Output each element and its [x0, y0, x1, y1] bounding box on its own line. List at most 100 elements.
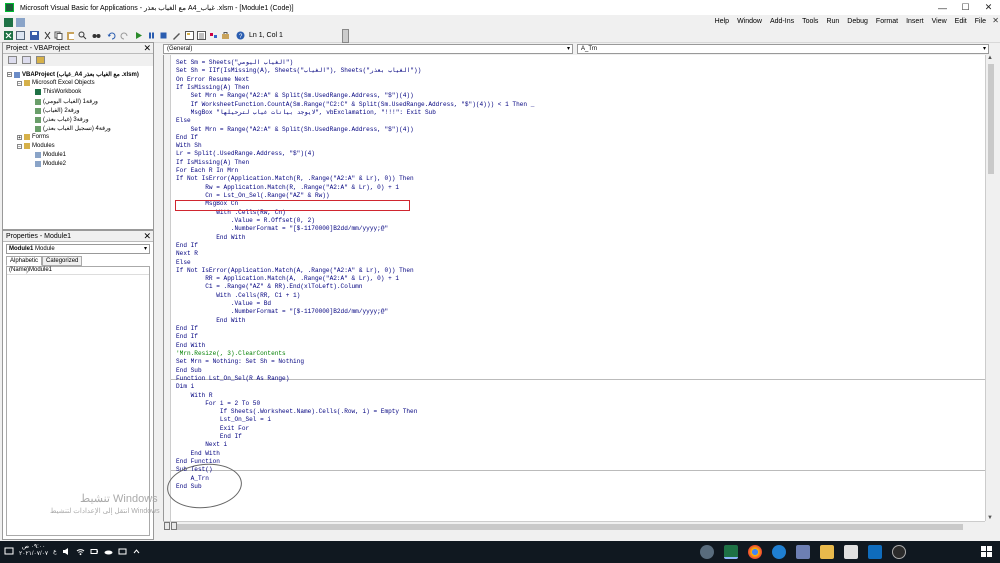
- code-line[interactable]: End With: [176, 234, 534, 242]
- code-line[interactable]: On Error Resume Next: [176, 76, 534, 84]
- code-window-close-button[interactable]: ✕: [992, 16, 999, 25]
- code-line[interactable]: Lst_On_Sel = i: [176, 416, 534, 424]
- redo-icon[interactable]: [120, 31, 129, 40]
- code-line[interactable]: End Function: [176, 458, 534, 466]
- close-button[interactable]: ✕: [977, 0, 1000, 15]
- code-text[interactable]: Set Sm = Sheets("الغياب اليومي") Set Sh =…: [176, 59, 534, 491]
- chrome-icon[interactable]: [748, 545, 762, 559]
- tree-node-modules[interactable]: − Modules: [17, 143, 55, 149]
- code-line[interactable]: End With: [176, 450, 534, 458]
- code-line[interactable]: End Sub: [176, 367, 534, 375]
- code-line[interactable]: Exit For: [176, 425, 534, 433]
- code-line[interactable]: End If: [176, 134, 534, 142]
- excel-icon[interactable]: [724, 545, 738, 559]
- help-icon[interactable]: ?: [236, 31, 245, 40]
- run-icon[interactable]: [134, 31, 143, 40]
- code-line[interactable]: End With: [176, 342, 534, 350]
- menu-file[interactable]: File: [975, 17, 986, 26]
- properties-object-select[interactable]: Module1 Module ▾: [6, 244, 150, 254]
- vertical-scrollbar[interactable]: ▲ ▼: [985, 55, 995, 521]
- tree-node-sheet1[interactable]: ورقة1 (الغياب اليومي): [35, 98, 98, 105]
- mail-icon[interactable]: [868, 545, 882, 559]
- procedure-view-icon[interactable]: [164, 522, 170, 530]
- code-line[interactable]: If IsMissing(A) Then: [176, 159, 534, 167]
- project-pane-close-button[interactable]: ✕: [143, 43, 151, 54]
- horizontal-scrollbar[interactable]: [163, 521, 985, 532]
- expand-icon[interactable]: +: [17, 134, 22, 140]
- toolbar-overflow-handle[interactable]: [342, 29, 349, 43]
- find-binoculars-icon[interactable]: [92, 31, 101, 40]
- code-line[interactable]: For i = 2 To 50: [176, 400, 534, 408]
- code-line[interactable]: If Not IsError(Application.Match(R, .Ran…: [176, 175, 534, 183]
- code-line[interactable]: Else: [176, 259, 534, 267]
- code-line[interactable]: With Sh: [176, 142, 534, 150]
- excel-view-icon[interactable]: [4, 18, 13, 27]
- code-line[interactable]: Set Sm = Sheets("الغياب اليومي"): [176, 59, 534, 67]
- break-icon[interactable]: [147, 31, 156, 40]
- tree-node-sheet4[interactable]: ورقة4 (تسجيل الغياب بعذر): [35, 125, 111, 132]
- code-line[interactable]: C1 = .Range("AZ" & RR).End(xlToLeft).Col…: [176, 283, 534, 291]
- onedrive-icon[interactable]: [104, 547, 113, 556]
- code-line[interactable]: Set Mrn = Range("A2:A" & Split(Sh.UsedRa…: [176, 126, 534, 134]
- menu-help[interactable]: Help: [715, 17, 729, 26]
- device-icon[interactable]: [118, 547, 127, 556]
- design-mode-icon[interactable]: [172, 31, 181, 40]
- code-editor[interactable]: Set Sm = Sheets("الغياب اليومي") Set Sh =…: [163, 55, 989, 521]
- toggle-folders-icon[interactable]: [36, 56, 45, 64]
- collapse-icon[interactable]: −: [17, 80, 22, 86]
- notification-icon[interactable]: [4, 546, 14, 556]
- menu-edit[interactable]: Edit: [955, 17, 967, 26]
- code-line[interactable]: End If: [176, 242, 534, 250]
- code-line[interactable]: Function Lst_On_Sel(R As Range): [176, 375, 534, 383]
- code-line[interactable]: Next R: [176, 250, 534, 258]
- code-line[interactable]: Set Sh = IIf(IsMissing(A), Sheets("الغيا…: [176, 67, 534, 75]
- menu-window[interactable]: Window: [737, 17, 762, 26]
- code-line[interactable]: MsgBox "لايوجد بيانات غياب لترحيلها", vb…: [176, 109, 534, 117]
- network-app-icon[interactable]: [700, 545, 714, 559]
- code-line[interactable]: .NumberFormat = "[$-1170000]B2dd/mm/yyyy…: [176, 308, 534, 316]
- view-excel-icon[interactable]: [4, 31, 13, 40]
- code-line[interactable]: Set Mrn = Nothing: Set Sh = Nothing: [176, 358, 534, 366]
- edge-icon[interactable]: [772, 545, 786, 559]
- cut-icon[interactable]: [43, 31, 52, 40]
- code-line[interactable]: If WorksheetFunction.CountA(Sm.Range("C2…: [176, 101, 535, 109]
- menu-tools[interactable]: Tools: [802, 17, 818, 26]
- code-line[interactable]: Next i: [176, 441, 534, 449]
- toolbox-icon[interactable]: [221, 31, 230, 40]
- tab-categorized[interactable]: Categorized: [42, 256, 83, 266]
- code-line[interactable]: Else: [176, 117, 534, 125]
- scroll-down-icon[interactable]: ▼: [987, 515, 993, 521]
- tree-node-vbaproject[interactable]: − VBAProject (غياب_A4 مع الغياب بعذر .xl…: [7, 71, 139, 78]
- code-line[interactable]: RR = Application.Match(A, .Range("A2:A" …: [176, 275, 534, 283]
- view-object-icon[interactable]: [22, 56, 31, 64]
- code-line[interactable]: Rw = Application.Match(R, .Range("A2:A" …: [176, 184, 534, 192]
- scroll-up-icon[interactable]: ▲: [987, 55, 993, 61]
- code-line[interactable]: Set Mrn = Range("A2:A" & Split(Sm.UsedRa…: [176, 92, 534, 100]
- property-value[interactable]: Module1: [27, 267, 52, 274]
- insert-userform-icon[interactable]: [16, 31, 25, 40]
- save-icon[interactable]: [30, 31, 39, 40]
- clock[interactable]: ٠٩:٠٠ ص ٢٠٢١/٠٧/٠٧: [19, 544, 48, 558]
- tree-node-module1[interactable]: Module1: [35, 152, 66, 158]
- code-line[interactable]: End If: [176, 433, 534, 441]
- code-line[interactable]: For Each R In Mrn: [176, 167, 534, 175]
- scrollbar-thumb[interactable]: [173, 524, 963, 530]
- tree-node-sheet3[interactable]: ورقة3 (غياب بعذر): [35, 116, 89, 123]
- copy-icon[interactable]: [54, 31, 63, 40]
- tree-node-thisworkbook[interactable]: ThisWorkbook: [35, 89, 81, 95]
- tree-node-excel-objects[interactable]: − Microsoft Excel Objects: [17, 80, 95, 86]
- collapse-icon[interactable]: −: [7, 72, 12, 78]
- shield-icon[interactable]: [796, 545, 810, 559]
- code-line[interactable]: End With: [176, 317, 534, 325]
- code-line[interactable]: With .Cells(RR, C1 + 1): [176, 292, 534, 300]
- find-icon[interactable]: [78, 31, 87, 40]
- scrollbar-thumb[interactable]: [988, 64, 994, 174]
- code-line[interactable]: With R: [176, 392, 534, 400]
- object-browser-icon[interactable]: [209, 31, 218, 40]
- maximize-button[interactable]: ☐: [954, 0, 977, 15]
- menu-insert[interactable]: Insert: [906, 17, 924, 26]
- project-explorer-icon[interactable]: [185, 31, 194, 40]
- tree-node-module2[interactable]: Module2: [35, 161, 66, 167]
- menu-view[interactable]: View: [932, 17, 947, 26]
- menu-debug[interactable]: Debug: [847, 17, 868, 26]
